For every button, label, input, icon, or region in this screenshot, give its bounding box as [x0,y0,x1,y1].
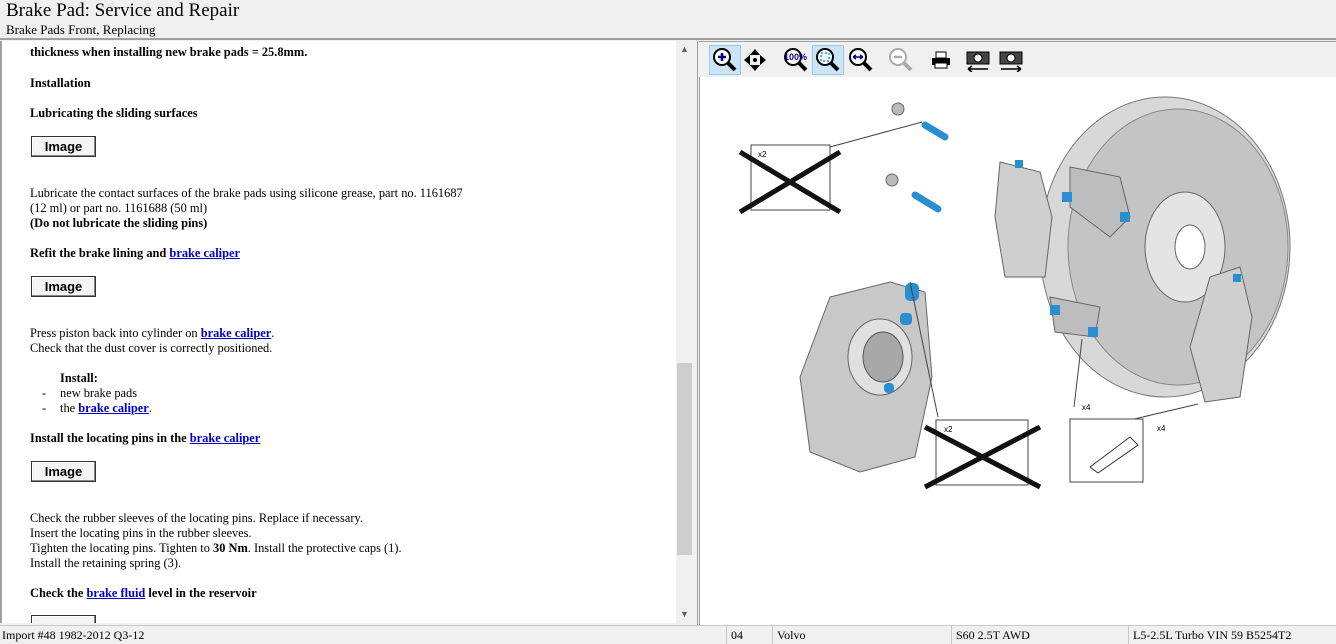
divider [726,626,727,644]
image-button[interactable]: Image [31,276,96,297]
zoom-fit-button[interactable] [812,45,844,75]
heading-refit: Refit the brake lining and brake caliper [30,246,240,261]
text-line: Install the retaining spring (3). [30,556,182,570]
text-line: thickness when installing new brake pads… [30,45,308,59]
printer-icon [932,51,950,69]
image-button[interactable] [31,615,96,623]
page-subtitle: Brake Pads Front, Replacing [6,22,156,37]
zoom-width-button[interactable] [845,45,877,75]
divider [1128,626,1129,644]
bullet-dash: - [42,401,47,415]
heading-installation: Installation [30,76,91,90]
zoom-100-button[interactable]: 100% [779,45,811,75]
divider [951,626,952,644]
svg-text:100%: 100% [784,52,807,62]
zoom-out-button[interactable] [885,45,917,75]
quantity-label: x2 [758,150,767,159]
text: Press piston back into cylinder on [30,326,201,340]
text-line: Check the rubber sleeves of the locating… [30,511,363,525]
scroll-up-icon[interactable]: ▲ [676,44,693,54]
brake-caliper-link[interactable]: brake caliper [169,246,240,260]
text: Install the locating pins in the [30,431,190,445]
zoom-in-icon [713,48,737,72]
brake-caliper-link[interactable]: brake caliper [190,431,261,445]
text-line: Check that the dust cover is correctly p… [30,341,273,355]
status-model: S60 2.5T AWD [956,628,1030,642]
quantity-label: x4 [1157,424,1166,433]
no-lubricate-box-pins: x2 [738,144,842,215]
next-image-button[interactable] [995,45,1027,75]
pane-splitter[interactable] [693,41,698,625]
scrollbar-thumb[interactable] [677,363,692,555]
brake-caliper [799,281,933,473]
zoom-fit-icon [816,48,840,72]
divider [772,626,773,644]
text-line: (12 ml) or part no. 1161688 (50 ml) [30,201,208,215]
brake-pad-inner [994,160,1053,278]
brake-assembly-diagram: x2 x2 x4 x4 [699,77,1336,625]
heading-install-pins: Install the locating pins in the brake c… [30,431,260,446]
text: Refit the brake lining and [30,246,170,260]
text-line: Press piston back into cylinder on brake… [30,326,274,341]
locating-pins [911,121,949,213]
heading-lubricating: Lubricating the sliding surfaces [30,106,198,120]
status-code: 04 [731,628,743,642]
quantity-label: x4 [1082,403,1091,412]
brake-disc [1039,96,1291,398]
print-button[interactable] [925,45,957,75]
brake-caliper-link[interactable]: brake caliper [201,326,272,340]
text: level in the reservoir [145,586,257,600]
vertical-scrollbar[interactable]: ▲ ▼ [676,41,693,623]
list-item: the brake caliper. [60,401,152,416]
procedure-text-pane: thickness when installing new brake pads… [0,41,676,623]
exploded-view-illustration: x2 x2 x4 x4 [738,96,1291,490]
image-toolbar: 100% [699,41,1336,77]
text: . [148,401,152,415]
text-line: Insert the locating pins in the rubber s… [30,526,252,540]
image-button[interactable]: Image [31,461,96,482]
bullet-dash: - [42,386,47,400]
brake-caliper-link[interactable]: brake caliper [78,401,149,415]
brake-fluid-link[interactable]: brake fluid [86,586,145,600]
camera-next-icon [999,51,1023,72]
zoom-in-button[interactable] [709,45,741,75]
install-label: Install: [60,371,98,385]
text: . [271,326,275,340]
status-bar: Import #48 1982-2012 Q3-12 04 Volvo S60 … [0,625,1336,644]
no-lubricate-box-caliper: x2 [923,419,1042,490]
pan-icon [744,49,766,71]
torque-value: 30 Nm [213,541,248,555]
status-make: Volvo [777,628,806,642]
text: the [60,401,79,415]
scroll-down-icon[interactable]: ▼ [676,609,693,619]
protective-caps [885,102,905,187]
quantity-label: x2 [944,425,953,434]
text-line: Tighten the locating pins. Tighten to 30… [30,541,402,556]
zoom-100-icon: 100% [784,48,808,72]
text: . Install the protective caps (1). [247,541,402,555]
zoom-out-icon [889,48,913,72]
text-line: Lubricate the contact surfaces of the br… [30,186,463,200]
status-import: Import #48 1982-2012 Q3-12 [2,628,145,642]
status-engine: L5-2.5L Turbo VIN 59 B5254T2 [1133,628,1292,642]
list-item: new brake pads [60,386,138,400]
heading-check-fluid: Check the brake fluid level in the reser… [30,586,257,601]
text: Check the [30,586,87,600]
header: Brake Pad: Service and Repair Brake Pads… [0,0,1336,40]
image-button[interactable]: Image [31,136,96,157]
previous-image-button[interactable] [962,45,994,75]
camera-previous-icon [966,51,990,72]
text: Tighten the locating pins. Tighten to [30,541,214,555]
zoom-width-icon [849,48,873,72]
text-line: (Do not lubricate the sliding pins) [30,216,208,230]
pan-button[interactable] [739,45,771,75]
page-title: Brake Pad: Service and Repair [6,0,240,21]
